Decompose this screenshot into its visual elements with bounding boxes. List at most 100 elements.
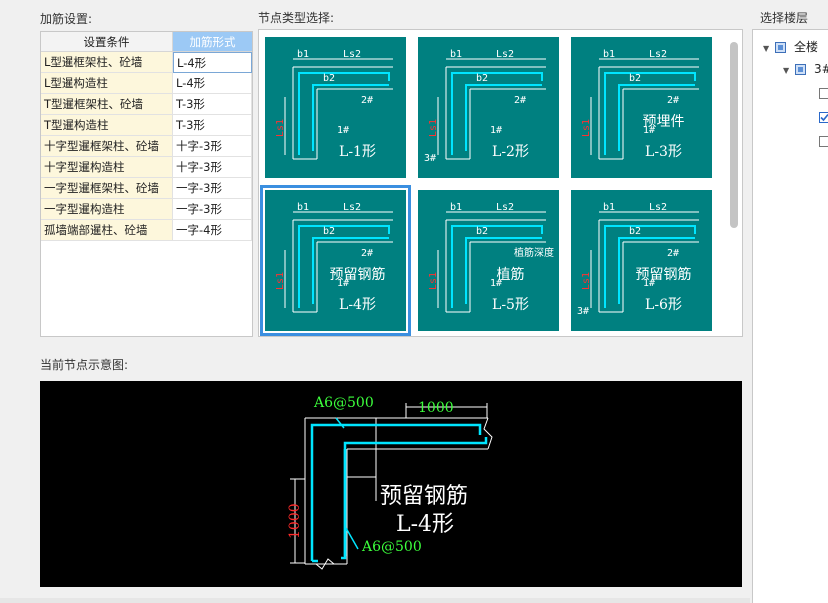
- condition-cell: 十字型暹框架柱、砼墙: [41, 136, 173, 157]
- tile-ls1-label: Ls1: [581, 119, 592, 137]
- tile-dimension-label: b1: [603, 202, 615, 213]
- table-row[interactable]: T型暹框架柱、砼墙 T-3形: [41, 94, 252, 115]
- tile-form-label: L-5形: [492, 297, 529, 313]
- floor-checkbox[interactable]: [819, 112, 828, 123]
- condition-cell: T型暹构造柱: [41, 115, 173, 136]
- node-tile-5[interactable]: b1 Ls2 b2 植筋深度 1# Ls1 植筋 L-5形: [418, 190, 559, 331]
- table-row[interactable]: L型暹构造柱 L-4形: [41, 73, 252, 94]
- condition-cell: 一字型暹构造柱: [41, 199, 173, 220]
- preview-title-2: L-4形: [396, 512, 454, 537]
- floor-checkbox[interactable]: [795, 64, 806, 75]
- tile-dimension-label: Ls2: [496, 202, 514, 213]
- floor-label: 全楼: [794, 40, 819, 54]
- preview-horizontal-dimension: 1000: [418, 400, 454, 416]
- table-row[interactable]: 一字型暹构造柱 一字-3形: [41, 199, 252, 220]
- rebar-form-cell[interactable]: 十字-3形: [173, 136, 252, 157]
- tile-dimension-label: 3#: [577, 306, 589, 317]
- tile-title: 预留钢筋: [635, 267, 692, 283]
- node-tile-2[interactable]: b1 Ls2 b2 2# 1# 3# Ls1 L-2形: [418, 37, 559, 178]
- table-row[interactable]: 孤墙端部暹柱、砼墙 一字-4形: [41, 220, 252, 241]
- preview-vertical-dimension: 1000: [287, 503, 303, 539]
- column-header-condition[interactable]: 设置条件: [41, 32, 173, 52]
- select-floor-label: 选择楼层: [760, 11, 809, 25]
- tile-dimension-label: b1: [297, 49, 309, 60]
- tile-dimension-label: Ls2: [343, 49, 361, 60]
- tile-dimension-label: 1#: [337, 125, 349, 136]
- rebar-form-cell[interactable]: L-4形: [173, 73, 252, 94]
- tile-title: 预埋件: [642, 114, 685, 130]
- preview-bottom-rebar: A6@500: [361, 539, 422, 555]
- tile-dimension-label: 2#: [361, 248, 373, 259]
- floor-checkbox[interactable]: [819, 88, 828, 99]
- node-type-label: 节点类型选择:: [258, 11, 335, 25]
- expand-arrow-icon[interactable]: ▼: [763, 44, 775, 53]
- node-tile-1[interactable]: b1 Ls2 b2 2# 1# Ls1 L-1形: [265, 37, 406, 178]
- tile-dimension-label: Ls2: [649, 202, 667, 213]
- tile-ls1-label: Ls1: [428, 272, 439, 290]
- floor-selection-panel: ▼ 全楼 ▼ 3#: [752, 29, 828, 603]
- floor-tree-item[interactable]: [819, 86, 828, 104]
- tile-title: 植筋: [496, 267, 525, 283]
- rebar-form-cell[interactable]: T-3形: [173, 115, 252, 136]
- table-row[interactable]: 十字型暹框架柱、砼墙 十字-3形: [41, 136, 252, 157]
- tile-form-label: L-1形: [339, 144, 376, 160]
- tile-ls1-label: Ls1: [275, 119, 286, 137]
- floor-checkbox[interactable]: [819, 136, 828, 147]
- rebar-form-cell[interactable]: 一字-3形: [173, 178, 252, 199]
- table-row[interactable]: L型暹框架柱、砼墙 L-4形: [41, 52, 252, 73]
- floor-tree-item[interactable]: ▼ 3#: [783, 62, 828, 80]
- floor-tree-item[interactable]: [819, 110, 828, 128]
- condition-cell: L型暹构造柱: [41, 73, 173, 94]
- node-type-panel: b1 Ls2 b2 2# 1# Ls1 L-1形 b1 Ls2 b2 2# 1# 3# Ls1 L-2形 b1…: [258, 29, 743, 337]
- node-tile-6[interactable]: b1 Ls2 b2 2# 1# 3# Ls1 预留钢筋 L-6形: [571, 190, 712, 331]
- preview-title-1: 预留钢筋: [380, 484, 468, 509]
- node-panel-scrollbar[interactable]: [730, 42, 738, 228]
- preview-drawing: A6@500 A6@500 1000 1000 预留钢筋 L-4形: [287, 395, 493, 570]
- rebar-form-cell[interactable]: L-4形: [173, 52, 252, 73]
- tile-dimension-label: Ls2: [343, 202, 361, 213]
- node-preview: A6@500 A6@500 1000 1000 预留钢筋 L-4形: [40, 381, 742, 587]
- column-header-form[interactable]: 加筋形式: [173, 32, 252, 52]
- tile-form-label: L-6形: [645, 297, 682, 313]
- tile-dimension-label: b1: [603, 49, 615, 60]
- bottom-section-edge: [0, 598, 750, 603]
- tile-dimension-label: b1: [450, 202, 462, 213]
- tile-dimension-label: 2#: [667, 95, 679, 106]
- condition-cell: T型暹框架柱、砼墙: [41, 94, 173, 115]
- tile-dimension-label: 2#: [361, 95, 373, 106]
- tile-form-label: L-2形: [492, 144, 529, 160]
- tile-form-label: L-3形: [645, 144, 682, 160]
- rebar-form-cell[interactable]: 十字-3形: [173, 157, 252, 178]
- node-tile-4[interactable]: b1 Ls2 b2 2# 1# Ls1 预留钢筋 L-4形: [260, 185, 411, 336]
- tile-dimension-label: b2: [476, 226, 488, 237]
- floor-tree-item[interactable]: [819, 134, 828, 152]
- preview-top-rebar: A6@500: [313, 395, 374, 411]
- tile-dimension-label: Ls2: [496, 49, 514, 60]
- tile-dimension-label: 植筋深度: [514, 246, 554, 259]
- expand-arrow-icon[interactable]: ▼: [783, 66, 795, 75]
- table-row[interactable]: T型暹构造柱 T-3形: [41, 115, 252, 136]
- condition-cell: L型暹框架柱、砼墙: [41, 52, 173, 73]
- tile-dimension-label: b1: [297, 202, 309, 213]
- table-row[interactable]: 一字型暹框架柱、砼墙 一字-3形: [41, 178, 252, 199]
- tile-ls1-label: Ls1: [581, 272, 592, 290]
- condition-cell: 孤墙端部暹柱、砼墙: [41, 220, 173, 241]
- tile-dimension-label: Ls2: [649, 49, 667, 60]
- node-tile-3[interactable]: b1 Ls2 b2 2# 1# Ls1 预埋件 L-3形: [571, 37, 712, 178]
- tile-dimension-label: b2: [323, 226, 335, 237]
- tile-dimension-label: b2: [629, 73, 641, 84]
- floor-label: 3#: [814, 62, 828, 76]
- tile-dimension-label: b2: [476, 73, 488, 84]
- current-node-label: 当前节点示意图:: [40, 358, 129, 372]
- table-row[interactable]: 十字型暹构造柱 十字-3形: [41, 157, 252, 178]
- tile-dimension-label: 3#: [424, 153, 436, 164]
- rebar-form-cell[interactable]: 一字-4形: [173, 220, 252, 241]
- floor-checkbox[interactable]: [775, 42, 786, 53]
- condition-cell: 一字型暹框架柱、砼墙: [41, 178, 173, 199]
- floor-tree-item[interactable]: ▼ 全楼: [763, 38, 818, 56]
- condition-cell: 十字型暹构造柱: [41, 157, 173, 178]
- tile-ls1-label: Ls1: [428, 119, 439, 137]
- rebar-form-cell[interactable]: 一字-3形: [173, 199, 252, 220]
- rebar-form-cell[interactable]: T-3形: [173, 94, 252, 115]
- rebar-settings-table: 设置条件 加筋形式 L型暹框架柱、砼墙 L-4形 L型暹构造柱 L-4形 T型暹框架柱、…: [40, 31, 253, 337]
